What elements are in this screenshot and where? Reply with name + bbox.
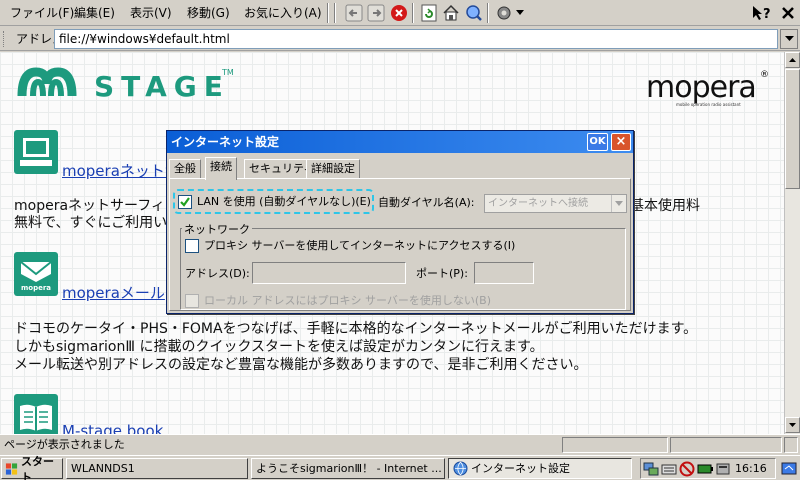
tab-general[interactable]: 全般 [169,159,201,179]
mopera-tagline: mobile operation radio assistant [676,102,741,107]
no-signal-icon[interactable] [679,461,695,477]
autodial-dropdown-button[interactable] [611,195,626,212]
keyboard-icon[interactable] [661,461,677,477]
task-wlannds1[interactable]: WLANNDS1 [66,458,248,479]
home-icon[interactable] [441,3,461,23]
start-label: スタート [21,454,55,480]
internet-settings-dialog: インターネット設定 OK × 全般 接続 セキュリティ 詳細設定 LAN を使用… [166,130,634,314]
proxy-checkbox[interactable] [185,239,199,253]
chevron-down-icon [615,201,623,206]
bypass-local-checkbox[interactable] [185,294,199,308]
tab-connection[interactable]: 接続 [205,157,237,180]
computer-icon[interactable] [14,130,58,174]
proxy-port-field[interactable] [474,262,534,284]
stage-trademark: TM [222,68,234,77]
system-tray: 16:16 [640,458,776,479]
pc-card-icon[interactable] [715,461,731,477]
mopera-icon-label: mopera [20,284,52,292]
lan-checkbox-label[interactable]: LAN を使用 (自動ダイヤルなし)(E) [197,195,371,209]
dialog-close-button[interactable]: × [611,133,631,151]
mopera-logo: mopera [646,70,757,105]
proxy-checkbox-label[interactable]: プロキシ サーバーを使用してインターネットにアクセスする(I) [204,239,515,253]
address-dropdown-button[interactable] [780,29,798,49]
network-icon[interactable] [643,461,659,477]
section2-text-line3: メール転送や別アドレスの設定など豊富な機能が多数ありますので、是非ご利用ください… [14,357,588,373]
status-cell [670,437,782,453]
toolbar-separator [412,3,414,23]
menu-file[interactable]: ファイル(F) [6,3,78,23]
dialog-title: インターネット設定 [167,131,633,153]
toolbar-grip[interactable] [3,31,6,47]
taskbar: スタート WLANNDS1 ようこそsigmarionⅢ！ - Internet… [0,455,800,480]
clock: 16:16 [735,462,767,475]
proxy-address-label: アドレス(D): [185,267,250,280]
status-text: ページが表示されました [4,438,125,451]
status-bar: ページが表示されました [0,434,800,454]
section2-text-line2: しかもsigmarionⅢ に搭載のクイックスタートを使えば設定がカンタンに行え… [14,339,544,355]
svg-text:?: ? [763,7,771,22]
mail-icon[interactable]: mopera [14,252,58,296]
menu-toolbar-bar: ファイル(F) 編集(E) 表示(V) 移動(G) お気に入り(A) ? [0,0,800,26]
start-button[interactable]: スタート [1,455,63,480]
desktop-icon[interactable] [779,459,799,479]
status-cell [562,437,668,453]
scrollbar-thumb[interactable] [785,69,800,189]
bypass-local-label: ローカル アドレスにはプロキシ サーバーを使用しない(B) [204,294,492,307]
checkmark-icon [180,197,190,207]
tab-advanced[interactable]: 詳細設定 [306,159,360,179]
network-group-label: ネットワーク [182,221,252,237]
settings-icon[interactable] [494,3,514,23]
globe-icon [453,461,468,476]
stage-logo-text: STAGE [94,70,230,103]
menu-favorites[interactable]: お気に入り(A) [240,3,326,23]
toolbar-separator [327,3,329,23]
stage-logo-mark [16,66,78,105]
help-icon[interactable]: ? [750,3,774,23]
vertical-scrollbar[interactable] [784,52,800,434]
stop-icon[interactable] [389,3,409,23]
autodial-value: インターネットへ接続 [488,198,588,209]
autodial-label: 自動ダイヤル名(A): [378,196,475,209]
mopera-registered-mark: ® [760,70,769,80]
section2-text-line1: ドコモのケータイ・PHS・FOMAをつなげば、手軽に本格的なインターネットメール… [14,321,698,337]
scroll-up-button[interactable] [785,52,800,68]
address-bar: アドレス file://¥windows¥default.html [0,27,800,51]
chevron-down-icon [789,423,796,427]
section1-text-line1-right: 基本使用料 [630,198,700,214]
battery-icon[interactable] [697,461,713,477]
task-internet-explorer[interactable]: ようこそsigmarionⅢ！ - Internet ... [251,458,445,479]
refresh-icon[interactable] [419,3,439,23]
windows-logo-icon [5,462,18,475]
mstage-book-link[interactable]: M-stage book [62,422,163,434]
menu-go[interactable]: 移動(G) [183,3,234,23]
back-icon[interactable] [344,3,364,23]
task-internet-settings[interactable]: インターネット設定 [448,458,632,479]
proxy-address-field[interactable] [252,262,406,284]
mopera-mail-link[interactable]: moperaメール [62,282,165,303]
book-icon[interactable] [14,394,58,434]
forward-icon[interactable] [366,3,386,23]
chevron-down-icon[interactable] [514,3,526,23]
ok-button[interactable]: OK [587,133,608,151]
chevron-up-icon [789,58,796,62]
proxy-port-label: ポート(P): [416,267,468,280]
autodial-select[interactable]: インターネットへ接続 [484,194,627,213]
connection-tab-pane: LAN を使用 (自動ダイヤルなし)(E) 自動ダイヤル名(A): インターネッ… [169,178,631,311]
status-cell [784,437,798,453]
scroll-down-button[interactable] [785,417,800,433]
menu-edit[interactable]: 編集(E) [70,3,119,23]
toolbar-separator [334,3,336,23]
lan-checkbox[interactable] [178,195,192,209]
search-icon[interactable] [464,3,484,23]
mopera-netsurfin-link[interactable]: moperaネットサ [62,160,180,181]
section1-text-line2: 無料で、すぐにご利用い [14,215,168,231]
chevron-down-icon [784,36,794,41]
close-icon[interactable] [778,3,798,23]
address-input[interactable]: file://¥windows¥default.html [54,29,778,49]
task-internet-settings-label: インターネット設定 [471,462,570,475]
menu-view[interactable]: 表示(V) [126,3,176,23]
toolbar-separator [487,3,489,23]
